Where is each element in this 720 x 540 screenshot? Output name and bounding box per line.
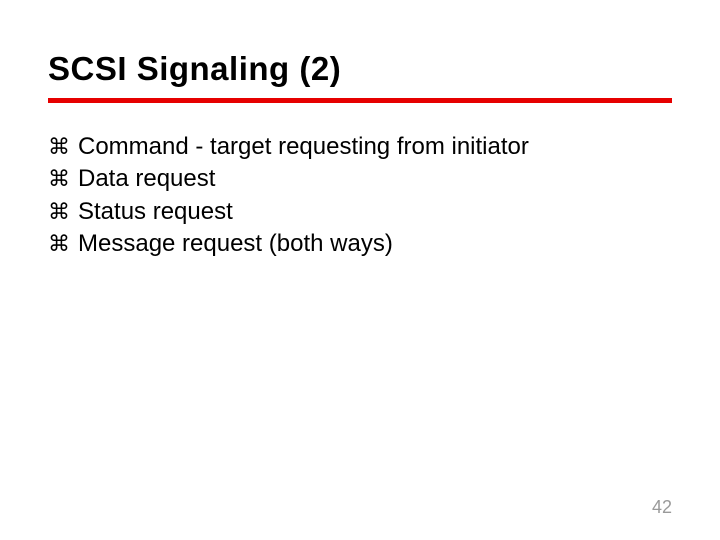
- list-item: ⌘ Status request: [48, 196, 672, 228]
- list-item: ⌘ Data request: [48, 163, 672, 195]
- bullet-icon: ⌘: [48, 164, 70, 194]
- slide-title: SCSI Signaling (2): [48, 50, 672, 88]
- bullet-icon: ⌘: [48, 197, 70, 227]
- list-item-text: Command - target requesting from initiat…: [78, 131, 529, 163]
- list-item: ⌘ Command - target requesting from initi…: [48, 131, 672, 163]
- bullet-icon: ⌘: [48, 229, 70, 259]
- bullet-list: ⌘ Command - target requesting from initi…: [48, 131, 672, 261]
- slide: SCSI Signaling (2) ⌘ Command - target re…: [0, 0, 720, 540]
- list-item-text: Data request: [78, 163, 215, 195]
- list-item: ⌘ Message request (both ways): [48, 228, 672, 260]
- bullet-icon: ⌘: [48, 132, 70, 162]
- title-underline: [48, 98, 672, 103]
- page-number: 42: [652, 497, 672, 518]
- list-item-text: Status request: [78, 196, 233, 228]
- list-item-text: Message request (both ways): [78, 228, 393, 260]
